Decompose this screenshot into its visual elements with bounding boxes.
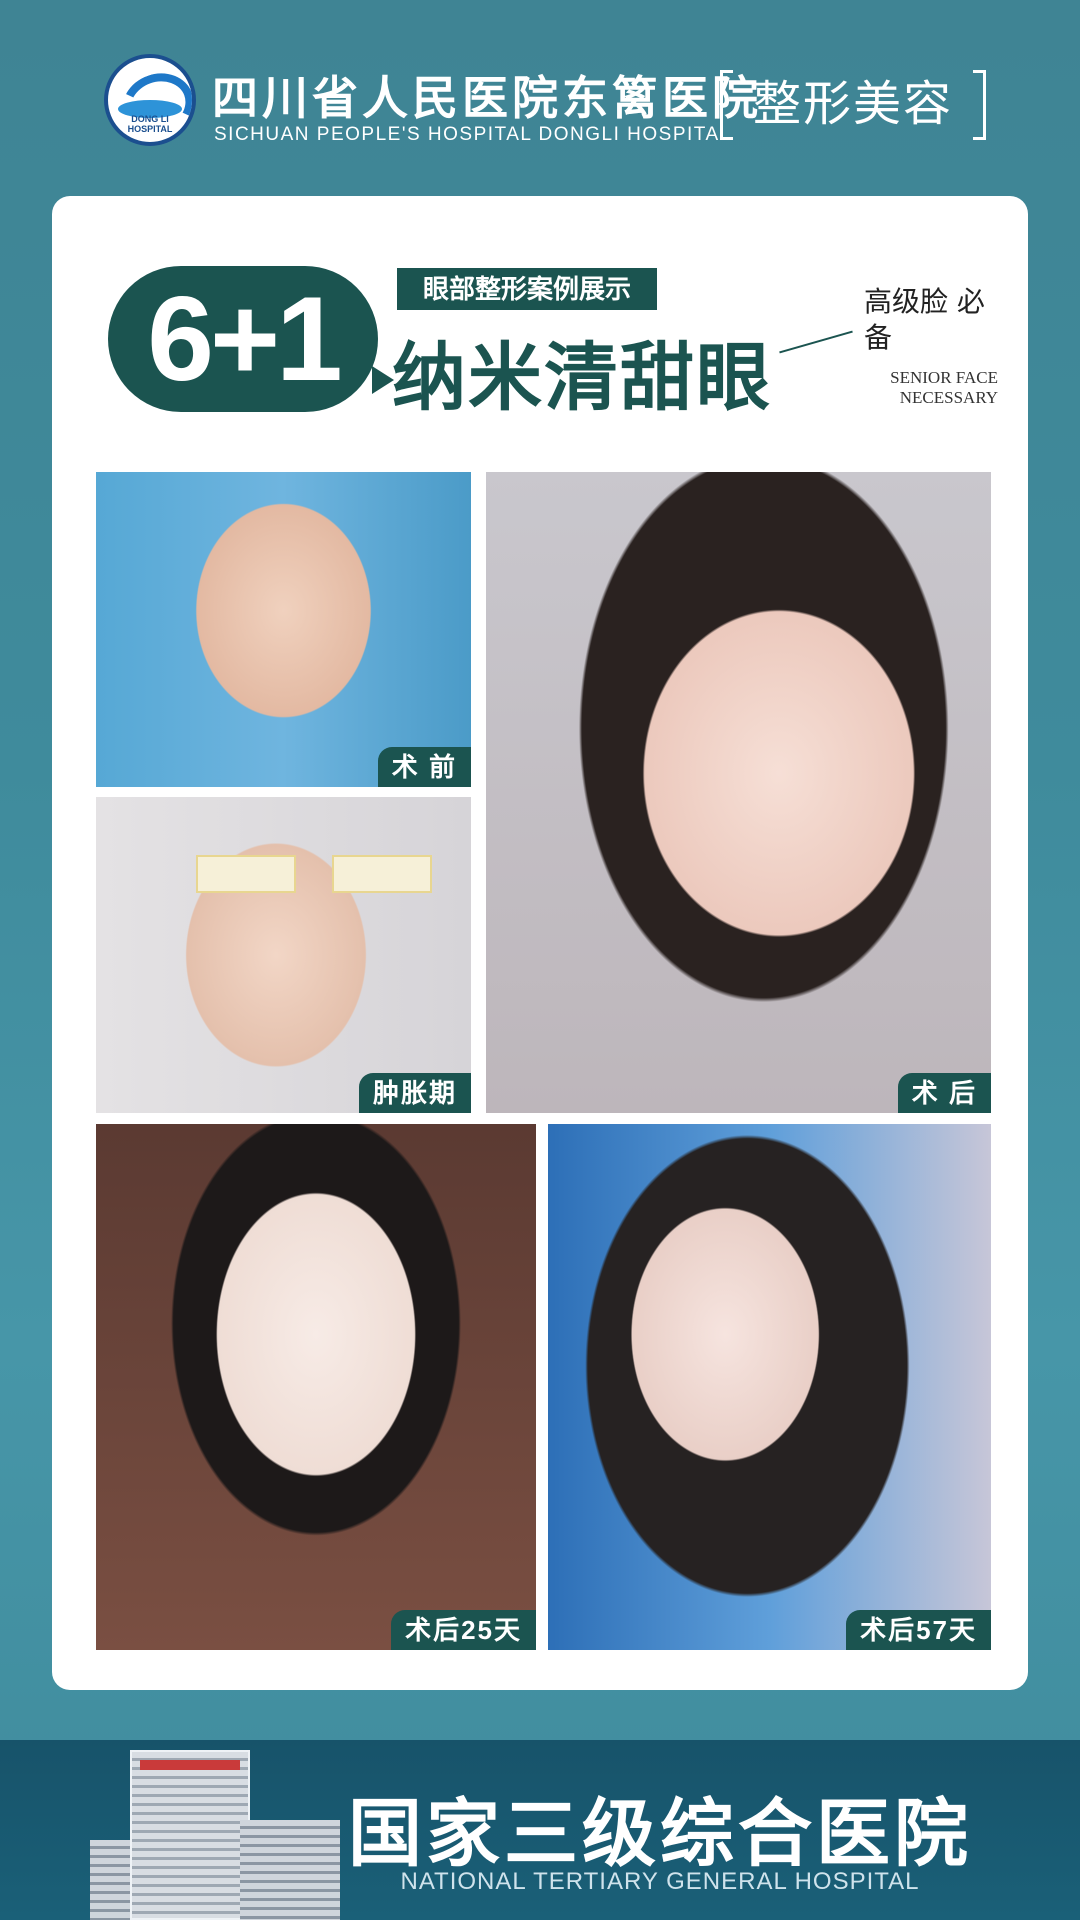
photo-label-57-days: 术后57天 <box>846 1610 991 1650</box>
eye-patch-left <box>196 855 296 893</box>
footer-title-en: NATIONAL TERTIARY GENERAL HOSPITAL <box>400 1868 920 1895</box>
badge-number: 6+1 <box>147 272 343 406</box>
footer-banner: 国家三级综合医院 NATIONAL TERTIARY GENERAL HOSPI… <box>0 1740 1080 1920</box>
hospital-logo: DONG LI HOSPITAL <box>104 54 196 146</box>
hospital-name-en: SICHUAN PEOPLE'S HOSPITAL DONGLI HOSPITA… <box>214 124 732 145</box>
case-card: 6+1 眼部整形案例展示 纳米清甜眼 高级脸 必备 SENIOR FACE NE… <box>52 196 1028 1690</box>
photo-swelling: 肿胀期 <box>96 797 471 1113</box>
photo-before: 术 前 <box>96 472 471 787</box>
photo-after-57-days: 术后57天 <box>548 1124 991 1650</box>
logo-text: DONG LI HOSPITAL <box>127 114 173 134</box>
senior-face-cn: 高级脸 必备 <box>864 285 985 354</box>
photo-label-before: 术 前 <box>377 747 471 787</box>
brand-tag: 整形美容 <box>720 70 986 140</box>
case-subtitle: 眼部整形案例展示 <box>397 268 657 310</box>
photo-after: 术 后 <box>486 472 991 1113</box>
eye-patch-right <box>332 855 432 893</box>
hospital-name-cn: 四川省人民医院东篱医院 <box>212 71 762 125</box>
case-headline: 纳米清甜眼 <box>392 336 772 419</box>
promo-badge: 6+1 <box>108 266 394 412</box>
photo-label-swelling: 肿胀期 <box>358 1073 471 1113</box>
badge-tail <box>372 366 394 394</box>
header: DONG LI HOSPITAL 四川省人民医院东篱医院 SICHUAN PEO… <box>0 0 1080 200</box>
senior-face-en: SENIOR FACE NECESSARY <box>890 368 998 407</box>
decorative-line <box>779 330 853 354</box>
photo-label-25-days: 术后25天 <box>391 1610 536 1650</box>
footer-title-cn: 国家三级综合医院 <box>348 1791 972 1877</box>
hospital-building-image <box>90 1750 340 1920</box>
photo-after-25-days: 术后25天 <box>96 1124 536 1650</box>
photo-label-after: 术 后 <box>897 1073 991 1113</box>
